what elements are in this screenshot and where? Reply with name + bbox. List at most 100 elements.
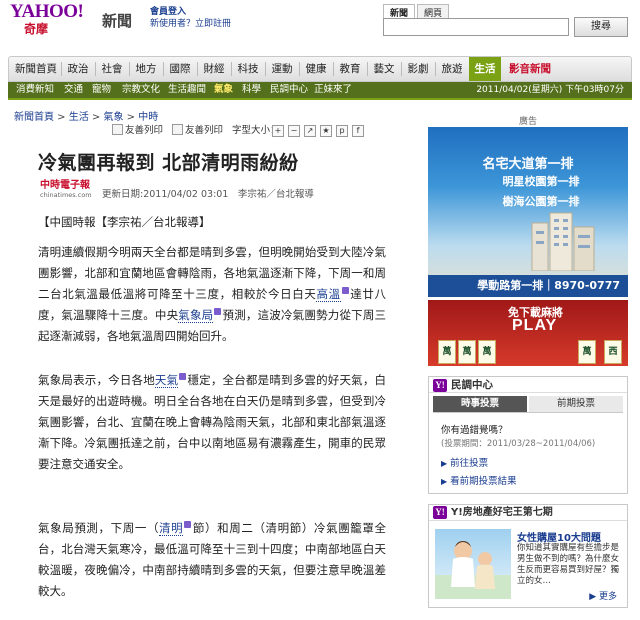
main-nav: 新聞首頁 政治 社會 地方 國際 財經 科技 運動 健康 教育 藝文 影劇 旅遊…: [8, 56, 632, 82]
promo-photo[interactable]: [435, 529, 511, 599]
ad-footer: 學動路第一排｜8970-0777: [428, 275, 628, 297]
past-results-label: 看前期投票結果: [450, 476, 517, 487]
search-button[interactable]: 搜尋: [574, 17, 628, 37]
breadcrumb-source[interactable]: 中時: [138, 112, 158, 123]
plurk-icon[interactable]: p: [336, 125, 348, 137]
source-logo: 中時電子報 chinatimes.com: [40, 180, 100, 200]
article-paragraph: 氣象局預測，下周一（清明 節）和周二（清明節）冷氣團籠罩全台，北台灣天氣寒冷，最低…: [38, 518, 386, 602]
font-size-up-icon[interactable]: +: [272, 125, 284, 137]
yahoo-y-icon: Y!: [433, 506, 447, 519]
nav-item-world[interactable]: 國際: [165, 57, 195, 81]
subnav-item-weather[interactable]: 氣象: [214, 82, 233, 98]
current-date: 2011/04/02(星期六) 下午03時07分: [476, 85, 624, 95]
ad-line: 樹海公園第一排: [502, 195, 580, 208]
mahjong-tile: 萬: [458, 340, 476, 364]
poll-title: 民調中心: [451, 379, 493, 391]
nav-divider: [401, 62, 402, 76]
ad-label: 廣告: [518, 117, 537, 127]
breadcrumb-life[interactable]: 生活: [69, 112, 89, 123]
yahoo-y-icon: Y!: [433, 379, 447, 392]
breadcrumb: 新聞首頁 > 生活 > 氣象 > 中時: [14, 112, 159, 123]
font-size-down-icon[interactable]: −: [288, 125, 300, 137]
member-login-link[interactable]: 會員登入: [150, 7, 186, 17]
ad-line: 名宅大道第一排: [482, 157, 574, 172]
nav-divider: [95, 62, 96, 76]
nav-item-health[interactable]: 健康: [301, 57, 331, 81]
article-paragraph: 氣象局表示，今日各地天氣 穩定，全台都是晴到多雲的好天氣，白天是最好的出遊時機。明…: [38, 370, 386, 475]
nav-item-video-news[interactable]: 影音新聞: [505, 57, 555, 81]
nav-item-tech[interactable]: 科技: [233, 57, 263, 81]
nav-item-society[interactable]: 社會: [97, 57, 127, 81]
subnav-item[interactable]: 交通: [64, 82, 83, 98]
site-header: YAHOO! 奇摩 新聞 會員登入 新使用者？立即註冊 新聞 網頁 搜尋: [0, 0, 640, 44]
subnav-item[interactable]: 正妹來了: [314, 82, 352, 98]
subnav-item[interactable]: 民調中心: [270, 82, 308, 98]
article-paragraph: 清明連續假期今明兩天全台都是晴到多雲，但明晚開始受到大陸冷氣團影響，北部和宜蘭地…: [38, 242, 386, 347]
poll-tabs: 時事投票 前期投票: [433, 396, 623, 413]
article-toolbar: 友善列印 友善列印 字型大小： + − ↗ ★ p f: [112, 124, 368, 138]
real-estate-ad[interactable]: 名宅大道第一排 明星校園第一排 樹海公園第一排 學動路第一排｜8970-0777: [428, 127, 628, 297]
subnav-item[interactable]: 消費新知: [16, 82, 54, 98]
vote-link-label: 前往投票: [450, 458, 489, 469]
nav-item-sports[interactable]: 運動: [267, 57, 297, 81]
keyword-icon: [184, 521, 192, 528]
email-tool[interactable]: 友善列印: [172, 124, 223, 138]
nav-divider: [129, 62, 130, 76]
tab-current-poll[interactable]: 時事投票: [433, 396, 527, 412]
promo-header: Y! Y!房地產好宅王第七期: [429, 505, 627, 521]
facebook-icon[interactable]: f: [352, 125, 364, 137]
poll-widget: Y! 民調中心 時事投票 前期投票 你有過錯覺嗎？ (投票期間：2011/03/2…: [428, 376, 628, 494]
mahjong-game-ad[interactable]: 免下載麻將 PLAY 萬 萬 萬 萬 西: [428, 300, 628, 366]
promo-description: 你知道其實購屋有些擔步是男生做不到的嗎？為什麼女生反而更容易買到好屋？獨立的女…: [517, 543, 620, 586]
keyword-link[interactable]: 氣象局: [178, 308, 214, 323]
vote-link[interactable]: ▶ 前往投票: [441, 455, 488, 469]
yahoo-logo[interactable]: YAHOO! 奇摩: [10, 2, 96, 37]
register-link[interactable]: 新使用者？立即註冊: [150, 19, 231, 29]
keyword-icon: [341, 287, 349, 294]
mahjong-tile: 萬: [438, 340, 456, 364]
arrow-icon: ▶: [441, 477, 448, 486]
nav-divider: [265, 62, 266, 76]
print-tool[interactable]: 友善列印: [112, 124, 163, 138]
paragraph-text: 氣象局表示，今日各地: [38, 373, 155, 387]
real-estate-promo: Y! Y!房地產好宅王第七期 女性購屋10大問題 你知道其實購屋有些擔步是男生做不…: [428, 504, 628, 608]
nav-item-life[interactable]: 生活: [469, 57, 501, 81]
past-results-link[interactable]: ▶ 看前期投票結果: [441, 473, 517, 487]
subnav-item[interactable]: 科學: [242, 82, 261, 98]
nav-item-education[interactable]: 教育: [335, 57, 365, 81]
search-input[interactable]: [383, 18, 569, 36]
keyword-link[interactable]: 高溫: [316, 287, 341, 302]
keyword-link[interactable]: 清明: [159, 521, 184, 536]
share-icon[interactable]: ↗: [304, 125, 316, 137]
email-label: 友善列印: [185, 125, 224, 136]
tab-past-poll[interactable]: 前期投票: [529, 396, 623, 412]
nav-item-local[interactable]: 地方: [131, 57, 161, 81]
source-url: chinatimes.com: [40, 191, 92, 199]
section-title: 新聞: [102, 12, 133, 30]
subnav-item[interactable]: 生活趣聞: [168, 82, 206, 98]
breadcrumb-weather[interactable]: 氣象: [104, 112, 124, 123]
subnav-item[interactable]: 宗教文化: [122, 82, 160, 98]
nav-item-home[interactable]: 新聞首頁: [13, 57, 59, 81]
more-link[interactable]: ▶ 更多: [589, 589, 617, 602]
poll-question[interactable]: 你有過錯覺嗎？: [441, 422, 508, 436]
keyword-link[interactable]: 天氣: [154, 373, 179, 388]
subnav-item[interactable]: 寵物: [92, 82, 111, 98]
play-button[interactable]: PLAY: [512, 317, 557, 335]
nav-item-politics[interactable]: 政治: [63, 57, 93, 81]
mahjong-tile: 萬: [578, 340, 596, 364]
promo-headline[interactable]: 女性購屋10大問題: [517, 529, 601, 544]
nav-item-arts[interactable]: 藝文: [369, 57, 399, 81]
nav-item-travel[interactable]: 旅遊: [437, 57, 467, 81]
nav-item-finance[interactable]: 財經: [199, 57, 229, 81]
nav-divider: [333, 62, 334, 76]
building-illustration: [531, 212, 595, 271]
breadcrumb-home[interactable]: 新聞首頁: [14, 112, 54, 123]
keyword-icon: [179, 373, 187, 380]
poll-period: (投票期間：2011/03/28~2011/04/06): [441, 439, 596, 449]
bookmark-icon[interactable]: ★: [320, 125, 332, 137]
nav-item-entertainment[interactable]: 影劇: [403, 57, 433, 81]
nav-divider: [367, 62, 368, 76]
paragraph-text: 氣象局預測，下周一（: [38, 521, 160, 535]
mahjong-tile: 西: [604, 340, 622, 364]
